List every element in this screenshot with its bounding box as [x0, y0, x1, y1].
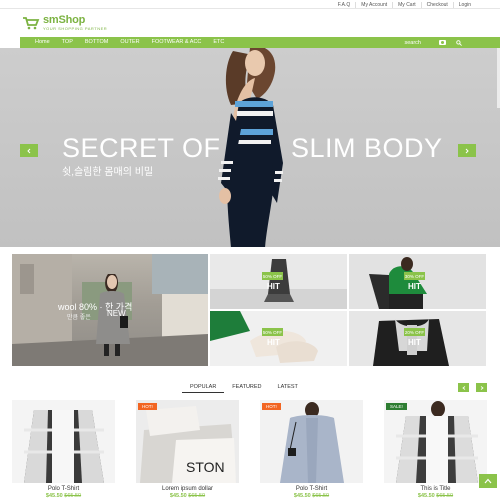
hero-title-left: SECRET OF [62, 133, 221, 163]
nav-item-footwear[interactable]: FOOTWEAR & ACC [146, 37, 208, 48]
product-name[interactable]: This is Title [384, 486, 487, 493]
chevron-left-icon [27, 148, 31, 153]
product-badge-sale: SALE! [386, 403, 407, 410]
checkout-link[interactable]: Checkout [420, 1, 453, 8]
hit-label: HIT [267, 338, 280, 347]
product-price-current: $45.50 [417, 493, 435, 499]
my-account-link[interactable]: My Account [355, 1, 392, 8]
promo-banner-main[interactable]: wool 80% · 한 가격 만큼 좋은 NEW [12, 254, 208, 366]
search-input[interactable]: search [404, 40, 421, 46]
back-to-top-button[interactable] [479, 474, 497, 488]
hit-label: HIT [408, 282, 421, 291]
products-prev-button[interactable] [458, 383, 469, 392]
product-price-old: $65.50 [436, 493, 454, 499]
product-price: $45.50 $65.50 [260, 493, 363, 500]
product-card[interactable]: HOT! Polo T-Shirt $45.50 $65.50 [260, 400, 363, 500]
product-card[interactable]: STON HOT! Lorem ipsum dollar $45.50 $65.… [136, 400, 239, 500]
product-price-current: $45.50 [293, 493, 311, 499]
product-price-old: $65.50 [64, 493, 82, 499]
product-name[interactable]: Lorem ipsum dollar [136, 486, 239, 493]
chevron-right-icon [480, 385, 484, 390]
top-links: F.A.Q My Account My Cart Checkout Login [333, 0, 476, 9]
product-image[interactable]: STON HOT! [136, 400, 239, 483]
hero-slider: SECRET OF SLIM BODY 쉿,슬림한 몸매의 비밀 [0, 48, 500, 247]
faq-link[interactable]: F.A.Q [333, 2, 356, 8]
nav-item-bottom[interactable]: BOTTOM [79, 37, 114, 48]
blue-coat-image [260, 400, 363, 483]
hero-next-button[interactable] [458, 144, 476, 157]
discount-badge: 20% OFF [404, 328, 425, 336]
chevron-up-icon [484, 478, 492, 484]
product-image[interactable]: SALE! [384, 400, 487, 483]
plaid-shirt-image [12, 400, 115, 483]
nav-item-home[interactable]: Home [20, 37, 56, 48]
nav-item-outer[interactable]: OUTER [114, 37, 145, 48]
product-price: $45.50 $65.50 [12, 493, 115, 500]
chevron-left-icon [461, 385, 465, 390]
tab-latest[interactable]: LATEST [270, 383, 306, 393]
product-image[interactable] [12, 400, 115, 483]
logo-text: smShop YOUR SHOPPING PARTNER [43, 13, 108, 32]
tab-featured[interactable]: FEATURED [224, 383, 269, 393]
discount-badge: 30% OFF [404, 272, 425, 280]
product-price-current: $45.50 [169, 493, 187, 499]
page: F.A.Q My Account My Cart Checkout Login … [0, 0, 500, 500]
camera-icon[interactable] [439, 40, 446, 45]
product-price-old: $65.50 [312, 493, 330, 499]
discount-badge: 50% OFF [262, 328, 283, 336]
chevron-right-icon [465, 148, 469, 153]
tshirts-image: STON [136, 400, 239, 483]
my-cart-link[interactable]: My Cart [392, 1, 421, 8]
hit-label: HIT [408, 338, 421, 347]
promo-main-new-label: NEW [107, 309, 126, 318]
product-card[interactable]: SALE! This is Title $45.50 $65.50 [384, 400, 487, 500]
svg-text:STON: STON [186, 459, 225, 475]
login-link[interactable]: Login [452, 1, 476, 8]
product-card[interactable]: Polo T-Shirt $45.50 $65.50 [12, 400, 115, 500]
product-image[interactable]: HOT! [260, 400, 363, 483]
search-icon[interactable] [456, 39, 462, 46]
product-tabs: POPULAR FEATURED LATEST [182, 383, 306, 393]
products-next-button[interactable] [476, 383, 487, 392]
product-name[interactable]: Polo T-Shirt [260, 486, 363, 493]
promo-tile-2[interactable]: 30% OFF HIT [349, 254, 486, 309]
product-price-current: $45.50 [45, 493, 63, 499]
promo-tile-3[interactable]: 50% OFF HIT [210, 311, 347, 366]
promo-banners: wool 80% · 한 가격 만큼 좋은 NEW 50% OFF HIT 30… [12, 254, 500, 366]
product-badge-hot: HOT! [138, 403, 157, 410]
hero-title-right: SLIM BODY [291, 133, 443, 163]
main-nav: Home TOP BOTTOM OUTER FOOTWEAR & ACC ETC… [20, 37, 500, 48]
hit-label: HIT [267, 282, 280, 291]
logo[interactable]: smShop YOUR SHOPPING PARTNER [22, 14, 107, 32]
product-badge-hot: HOT! [262, 403, 281, 410]
nav-tools: search [404, 37, 462, 48]
hero-subtitle: 쉿,슬림한 몸매의 비밀 [62, 167, 154, 178]
discount-badge: 50% OFF [262, 272, 283, 280]
product-carousel-controls [458, 383, 487, 392]
product-price: $45.50 $65.50 [384, 493, 487, 500]
plaid-shirt-image [384, 400, 487, 483]
promo-tile-4[interactable]: 20% OFF HIT [349, 311, 486, 366]
nav-item-etc[interactable]: ETC [207, 37, 230, 48]
shopping-cart-icon [23, 17, 40, 30]
logo-tagline: YOUR SHOPPING PARTNER [43, 25, 108, 31]
product-list: Polo T-Shirt $45.50 $65.50 STON HOT! Lor… [12, 400, 500, 500]
hero-prev-button[interactable] [20, 144, 38, 157]
tab-popular[interactable]: POPULAR [182, 383, 225, 393]
product-name[interactable]: Polo T-Shirt [12, 486, 115, 493]
promo-tile-1[interactable]: 50% OFF HIT [210, 254, 347, 309]
promo-main-subtext: 만큼 좋은 [67, 315, 91, 321]
product-price: $45.50 $65.50 [136, 493, 239, 500]
nav-item-top[interactable]: TOP [56, 37, 79, 48]
logo-name: smShop [43, 13, 86, 26]
top-bar: F.A.Q My Account My Cart Checkout Login [0, 0, 500, 9]
product-price-old: $65.50 [188, 493, 206, 499]
